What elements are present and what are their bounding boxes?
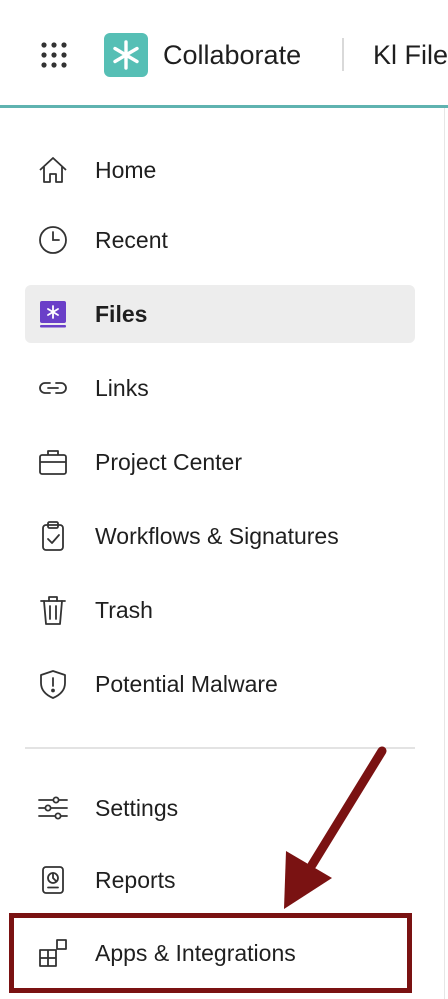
pointer-arrow-icon — [284, 746, 387, 909]
clipboard-check-icon — [42, 521, 64, 551]
sidebar-item-label: Reports — [95, 867, 176, 893]
sidebar-item-label: Files — [95, 301, 148, 327]
sidebar-item-links[interactable]: Links — [25, 359, 415, 417]
sidebar-item-label: Apps & Integrations — [95, 940, 296, 966]
link-icon — [39, 382, 67, 394]
files-icon — [40, 301, 66, 328]
briefcase-icon — [39, 450, 67, 475]
sidebar-item-home[interactable]: Home — [25, 141, 415, 199]
apps-grid-icon[interactable] — [40, 41, 68, 69]
sliders-icon — [38, 796, 68, 820]
sidebar-item-files[interactable]: Files — [25, 285, 415, 343]
sidebar-item-workflows-signatures[interactable]: Workflows & Signatures — [25, 507, 415, 565]
sidebar-item-label: Links — [95, 375, 149, 401]
sidebar-border — [444, 108, 445, 999]
trash-icon — [40, 596, 66, 625]
sidebar-item-label: Trash — [95, 597, 153, 623]
asterisk-logo-icon[interactable] — [104, 33, 148, 77]
sidebar-item-label: Potential Malware — [95, 671, 278, 697]
sidebar-item-trash[interactable]: Trash — [25, 581, 415, 639]
sidebar-item-apps-integrations[interactable]: Apps & Integrations — [25, 924, 415, 982]
sidebar-item-label: Project Center — [95, 449, 243, 475]
sidebar-item-project-center[interactable]: Project Center — [25, 433, 415, 491]
sidebar-item-label: Workflows & Signatures — [95, 523, 339, 549]
report-icon — [42, 866, 64, 894]
top-header: Collaborate Kl Files — [0, 0, 448, 108]
breadcrumb[interactable]: Kl Files — [373, 40, 448, 70]
apps-integrations-icon — [39, 939, 67, 967]
app-name[interactable]: Collaborate — [163, 40, 301, 70]
sidebar-item-label: Settings — [95, 795, 179, 821]
shield-alert-icon — [40, 670, 66, 699]
sidebar-item-label: Home — [95, 157, 157, 183]
home-icon — [39, 157, 67, 183]
header-divider — [342, 38, 344, 71]
sidebar-item-recent[interactable]: Recent — [25, 211, 415, 269]
sidebar-item-potential-malware[interactable]: Potential Malware — [25, 655, 415, 713]
sidebar-item-label: Recent — [95, 227, 168, 253]
clock-icon — [39, 226, 67, 254]
